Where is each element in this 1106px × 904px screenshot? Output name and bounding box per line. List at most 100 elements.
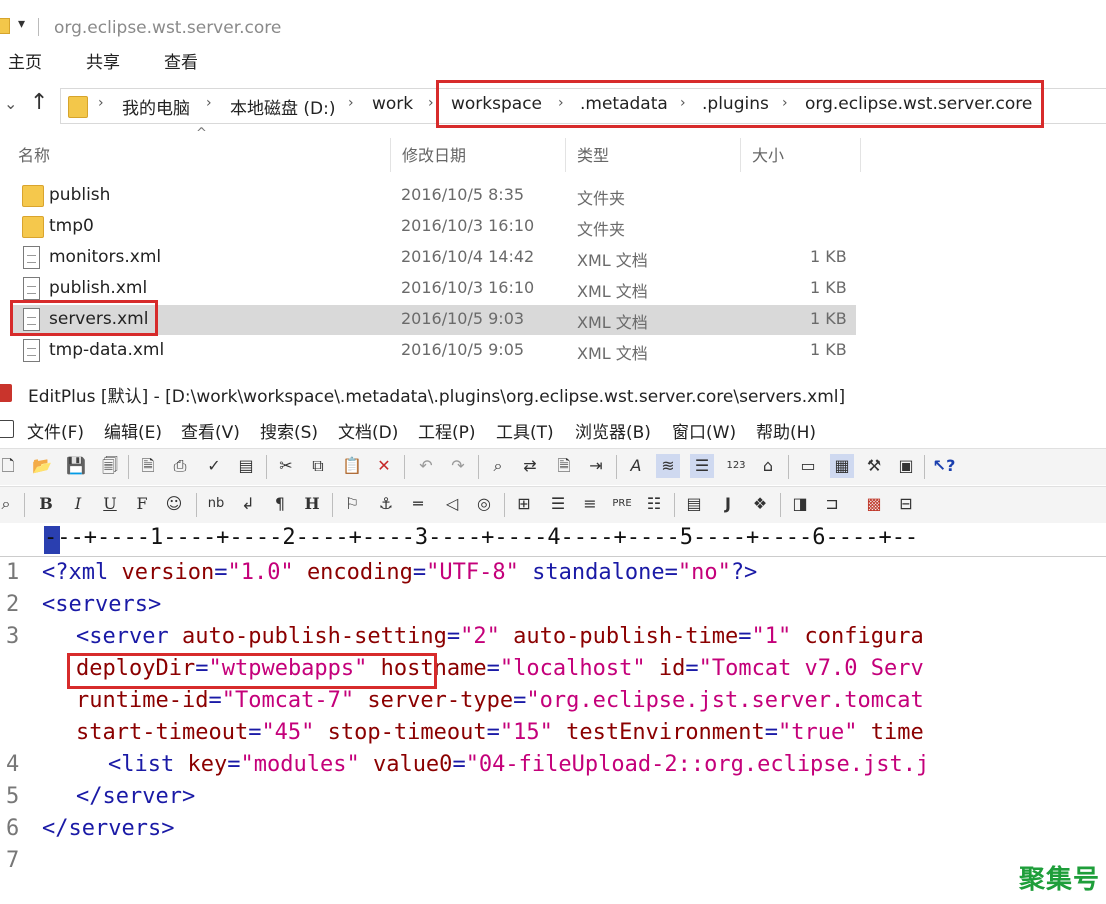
column-divider[interactable] [860, 138, 861, 172]
column-header-date[interactable]: 修改日期 [402, 142, 466, 166]
breadcrumb-chevron-icon[interactable]: › [206, 95, 212, 111]
breadcrumb-local-disk[interactable]: 本地磁盘 (D:) [230, 94, 336, 119]
tools-icon[interactable]: ⚒ [862, 454, 886, 478]
code-line: runtime-id="Tomcat-7" server-type="org.e… [76, 688, 924, 713]
word-wrap-icon[interactable]: ≋ [656, 454, 680, 478]
column-header-type[interactable]: 类型 [577, 142, 609, 166]
save-all-icon[interactable]: 🗐 [98, 454, 122, 478]
cut-icon[interactable]: ✂ [274, 454, 298, 478]
bold-icon[interactable]: B [34, 492, 58, 516]
nbsp-icon[interactable]: nb [204, 492, 228, 516]
table-icon[interactable]: ⊞ [512, 492, 536, 516]
column-header-size[interactable]: 大小 [752, 142, 784, 166]
javascript-icon[interactable]: J [716, 492, 740, 516]
file-row[interactable]: monitors.xml 2016/10/4 14:42 XML 文档 1 KB [10, 243, 856, 273]
anchor-icon[interactable]: ⚓ [374, 492, 398, 516]
image-icon[interactable]: ◎ [472, 492, 496, 516]
open-folder-icon[interactable]: 📂 [30, 454, 54, 478]
preformatted-icon[interactable]: PRE [610, 492, 634, 516]
align-icon[interactable]: ≡ [578, 492, 602, 516]
ribbon-tab-view[interactable]: 查看 [164, 48, 198, 73]
div-icon[interactable]: ⊐ [820, 492, 844, 516]
underline-icon[interactable]: U [98, 492, 122, 516]
replace-icon[interactable]: ⇄ [518, 454, 542, 478]
file-row[interactable]: publish 2016/10/5 8:35 文件夹 [10, 181, 856, 211]
new-file-icon[interactable]: 🗋 [0, 454, 20, 478]
up-arrow-icon[interactable]: ↑ [30, 90, 48, 115]
line-number-icon[interactable]: 123 [724, 454, 748, 478]
code-editor[interactable]: 1 2 3 4 5 6 7 <?xml version="1.0" encodi… [0, 558, 1106, 904]
file-row[interactable]: tmp-data.xml 2016/10/5 9:05 XML 文档 1 KB [10, 336, 856, 366]
font-tag-icon[interactable]: F [130, 492, 154, 516]
screen-icon[interactable]: ⌂ [756, 454, 780, 478]
column-divider[interactable] [740, 138, 741, 172]
find-icon[interactable]: ⌕ [486, 454, 510, 478]
column-divider[interactable] [390, 138, 391, 172]
menu-window[interactable]: 窗口(W) [672, 418, 736, 443]
file-type: XML 文档 [577, 313, 648, 332]
browser-preview-icon[interactable]: ⌕ [0, 492, 18, 516]
file-row[interactable]: tmp0 2016/10/3 16:10 文件夹 [10, 212, 856, 242]
breadcrumb-chevron-icon[interactable]: › [428, 95, 434, 111]
form-icon[interactable]: ▤ [682, 492, 706, 516]
print-icon[interactable]: ⎙ [168, 454, 192, 478]
breadcrumb-chevron-icon[interactable]: › [348, 95, 354, 111]
menu-document[interactable]: 文档(D) [338, 418, 398, 443]
paragraph-icon[interactable]: ¶ [268, 492, 292, 516]
divider [788, 455, 789, 479]
heading-icon[interactable]: H [300, 492, 324, 516]
recent-locations-chevron-icon[interactable]: ⌄ [4, 94, 17, 113]
menu-help[interactable]: 帮助(H) [756, 418, 816, 443]
column-divider[interactable] [565, 138, 566, 172]
frame-icon[interactable]: ◨ [788, 492, 812, 516]
folder-icon [68, 96, 88, 118]
goto-line-icon[interactable]: ⇥ [584, 454, 608, 478]
print-preview-icon[interactable]: 🗎 [136, 454, 160, 478]
menu-file[interactable]: 文件(F) [27, 418, 84, 443]
redo-icon[interactable]: ↷ [446, 454, 470, 478]
breadcrumb-chevron-icon[interactable]: › [98, 95, 104, 111]
comment-icon[interactable]: ◁ [440, 492, 464, 516]
menu-tools[interactable]: 工具(T) [496, 418, 554, 443]
center-icon[interactable]: ☰ [546, 492, 570, 516]
document-icon[interactable]: ▤ [234, 454, 258, 478]
color-picker-icon[interactable]: ▩ [862, 492, 886, 516]
column-header-name[interactable]: 名称 [18, 142, 50, 166]
link-icon[interactable]: ⚐ [340, 492, 364, 516]
quick-access-dropdown-icon[interactable]: ▾ [18, 16, 25, 32]
xml-value: "15" [499, 720, 553, 745]
paste-icon[interactable]: 📋 [340, 454, 364, 478]
cliptext-icon[interactable]: ▭ [796, 454, 820, 478]
directory-icon[interactable]: ▦ [830, 454, 854, 478]
italic-icon[interactable]: I [66, 492, 90, 516]
ribbon-tab-share[interactable]: 共享 [86, 48, 120, 73]
font-icon[interactable]: A [624, 454, 648, 478]
css-icon[interactable]: ❖ [748, 492, 772, 516]
window-icon[interactable]: ⊟ [894, 492, 918, 516]
copy-icon[interactable]: ⧉ [306, 454, 330, 478]
breadcrumb-work[interactable]: work [372, 94, 413, 114]
menu-browser[interactable]: 浏览器(B) [575, 418, 651, 443]
menu-project[interactable]: 工程(P) [418, 418, 476, 443]
menu-search[interactable]: 搜索(S) [260, 418, 318, 443]
ribbon-tab-home[interactable]: 主页 [8, 48, 42, 73]
horizontal-rule-icon[interactable]: ═ [406, 492, 430, 516]
color-icon[interactable]: ☺ [162, 492, 186, 516]
save-icon[interactable]: 💾 [64, 454, 88, 478]
xml-attr: server-type [367, 688, 514, 713]
output-window-icon[interactable]: ▣ [894, 454, 918, 478]
find-in-files-icon[interactable]: 🗎 [552, 454, 576, 478]
delete-icon[interactable]: ✕ [372, 454, 396, 478]
ruler-icon[interactable]: ☰ [690, 454, 714, 478]
spell-check-icon[interactable]: ✓ [202, 454, 226, 478]
menu-edit[interactable]: 编辑(E) [104, 418, 162, 443]
breadcrumb-my-computer[interactable]: 我的电脑 [122, 94, 190, 119]
list-icon[interactable]: ☷ [642, 492, 666, 516]
document-menu-icon[interactable] [0, 420, 14, 438]
line-break-icon[interactable]: ↲ [236, 492, 260, 516]
undo-icon[interactable]: ↶ [414, 454, 438, 478]
help-pointer-icon[interactable]: ↖? [932, 454, 956, 478]
menu-view[interactable]: 查看(V) [181, 418, 240, 443]
divider [924, 455, 925, 479]
xml-equals: = [486, 720, 500, 745]
